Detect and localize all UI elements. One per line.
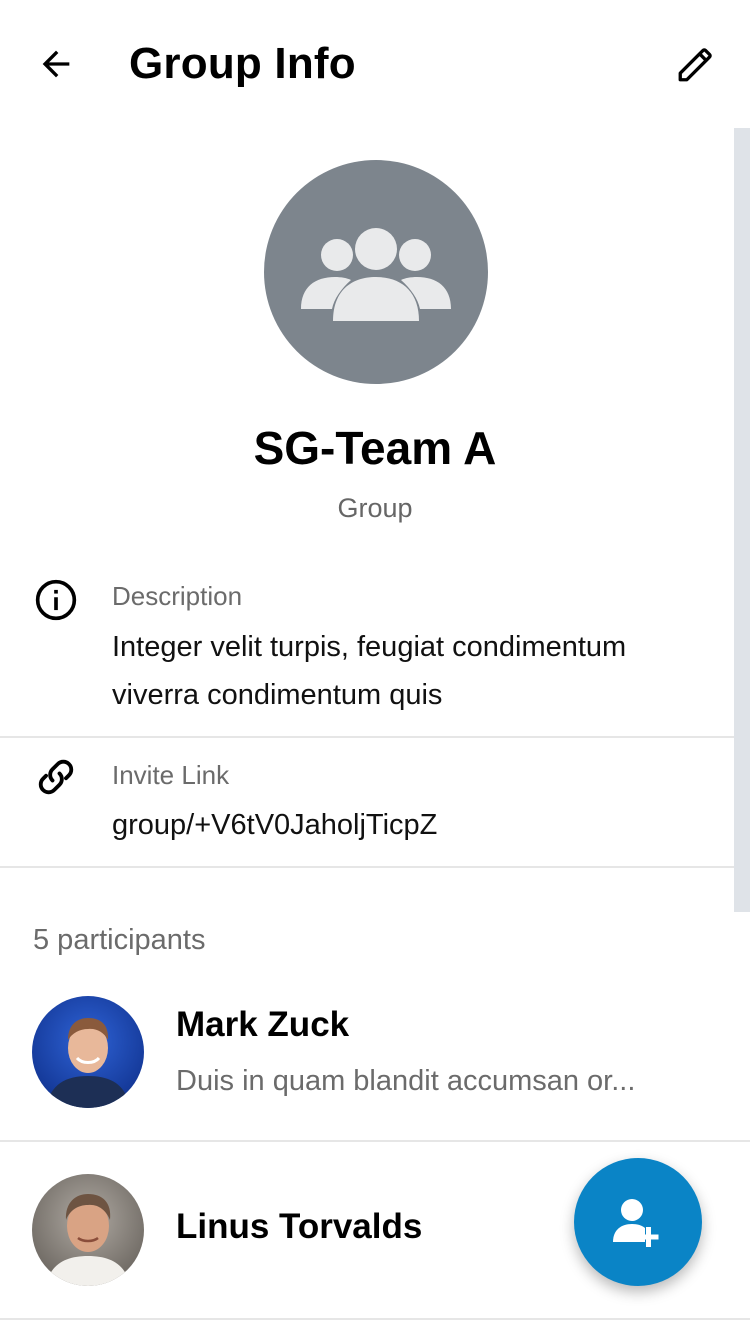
add-participant-button[interactable] bbox=[574, 1158, 702, 1286]
group-icon bbox=[301, 228, 451, 321]
group-name: SG-Team A bbox=[253, 422, 497, 474]
edit-button[interactable] bbox=[668, 36, 724, 92]
divider bbox=[0, 1318, 750, 1320]
group-type: Group bbox=[337, 493, 413, 523]
invite-link-label: Invite Link bbox=[112, 760, 230, 790]
divider bbox=[0, 866, 734, 868]
app-header: Group Info bbox=[0, 0, 750, 128]
member-name: Mark Zuck bbox=[176, 1005, 350, 1044]
back-button[interactable] bbox=[24, 34, 88, 94]
info-icon bbox=[32, 576, 80, 624]
description-label: Description bbox=[112, 581, 243, 611]
link-icon bbox=[32, 753, 80, 801]
group-avatar[interactable] bbox=[264, 160, 488, 384]
description-value-line2: viverra condimentum quis bbox=[112, 679, 443, 711]
member-status: Duis in quam blandit accumsan or... bbox=[176, 1065, 636, 1097]
invite-link-value[interactable]: group/+V6tV0JaholjTicpZ bbox=[112, 801, 437, 849]
avatar bbox=[32, 996, 144, 1108]
avatar bbox=[32, 1174, 144, 1286]
divider bbox=[0, 736, 734, 738]
member-name: Linus Torvalds bbox=[176, 1207, 423, 1246]
pencil-icon bbox=[678, 48, 712, 82]
description-value-line1: Integer velit turpis, feugiat condimentu… bbox=[112, 631, 627, 663]
divider bbox=[0, 1140, 750, 1142]
add-user-icon bbox=[613, 1199, 659, 1247]
participants-count: 5 participants bbox=[33, 924, 206, 956]
page-title: Group Info bbox=[129, 39, 356, 88]
arrow-left-icon bbox=[42, 50, 70, 78]
